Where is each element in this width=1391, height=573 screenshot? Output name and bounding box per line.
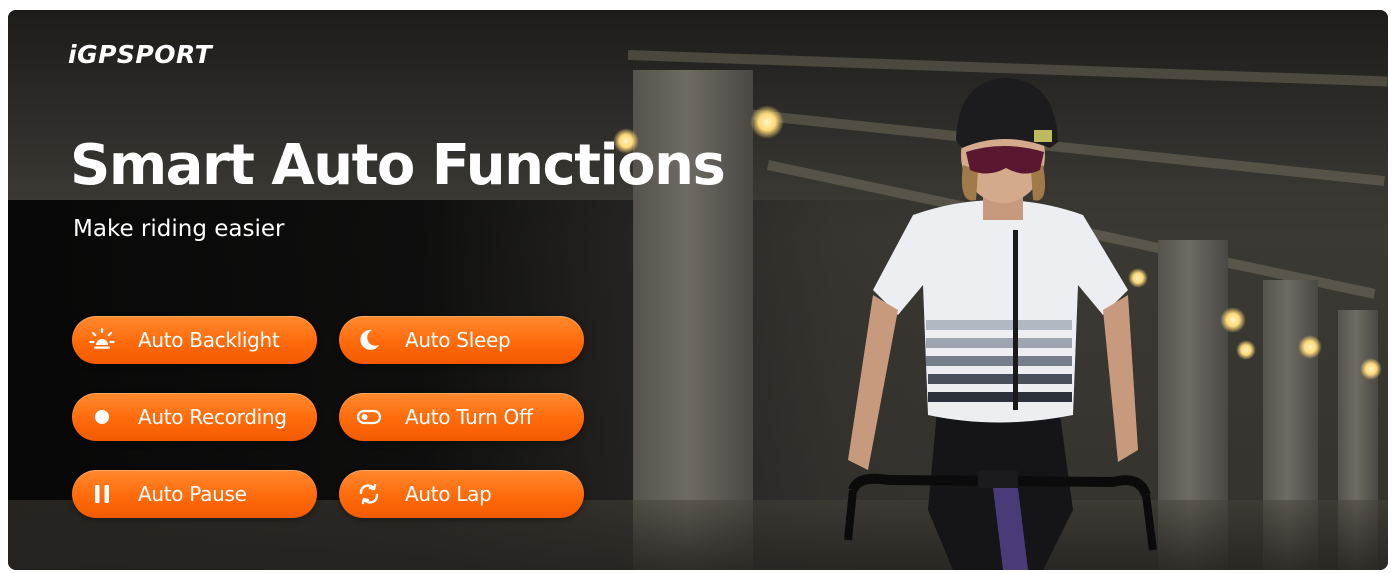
- moon-icon: [355, 326, 383, 354]
- ceiling-lamp: [1360, 358, 1382, 380]
- brand-logo: iGPSPORT: [68, 40, 213, 69]
- auto-backlight-label: Auto Backlight: [138, 328, 280, 352]
- ceiling-lamp: [750, 105, 784, 139]
- hero-banner: iGPSPORT Smart Auto Functions Make ridin…: [8, 10, 1388, 570]
- record-dot-icon: [88, 403, 116, 431]
- auto-lap-button[interactable]: Auto Lap: [339, 470, 584, 518]
- ceiling-lamp: [1220, 307, 1246, 333]
- auto-recording-button[interactable]: Auto Recording: [72, 393, 317, 441]
- pause-icon: [88, 480, 116, 508]
- auto-sleep-label: Auto Sleep: [405, 328, 511, 352]
- loop-arrows-icon: [355, 480, 383, 508]
- hero-subtitle: Make riding easier: [73, 216, 285, 242]
- sun-icon: [88, 326, 116, 354]
- ceiling-lamp: [1298, 335, 1322, 359]
- auto-sleep-button[interactable]: Auto Sleep: [339, 316, 584, 364]
- toggle-off-icon: [355, 403, 383, 431]
- hero-title: Smart Auto Functions: [70, 133, 726, 198]
- auto-backlight-button[interactable]: Auto Backlight: [72, 316, 317, 364]
- cyclist-photo: [828, 70, 1168, 570]
- auto-pause-button[interactable]: Auto Pause: [72, 470, 317, 518]
- cyclist-illustration: [844, 78, 1157, 570]
- auto-turn-off-button[interactable]: Auto Turn Off: [339, 393, 584, 441]
- ceiling-lamp: [1236, 340, 1256, 360]
- auto-pause-label: Auto Pause: [138, 482, 247, 506]
- auto-turn-off-label: Auto Turn Off: [405, 405, 533, 429]
- auto-lap-label: Auto Lap: [405, 482, 492, 506]
- auto-recording-label: Auto Recording: [138, 405, 287, 429]
